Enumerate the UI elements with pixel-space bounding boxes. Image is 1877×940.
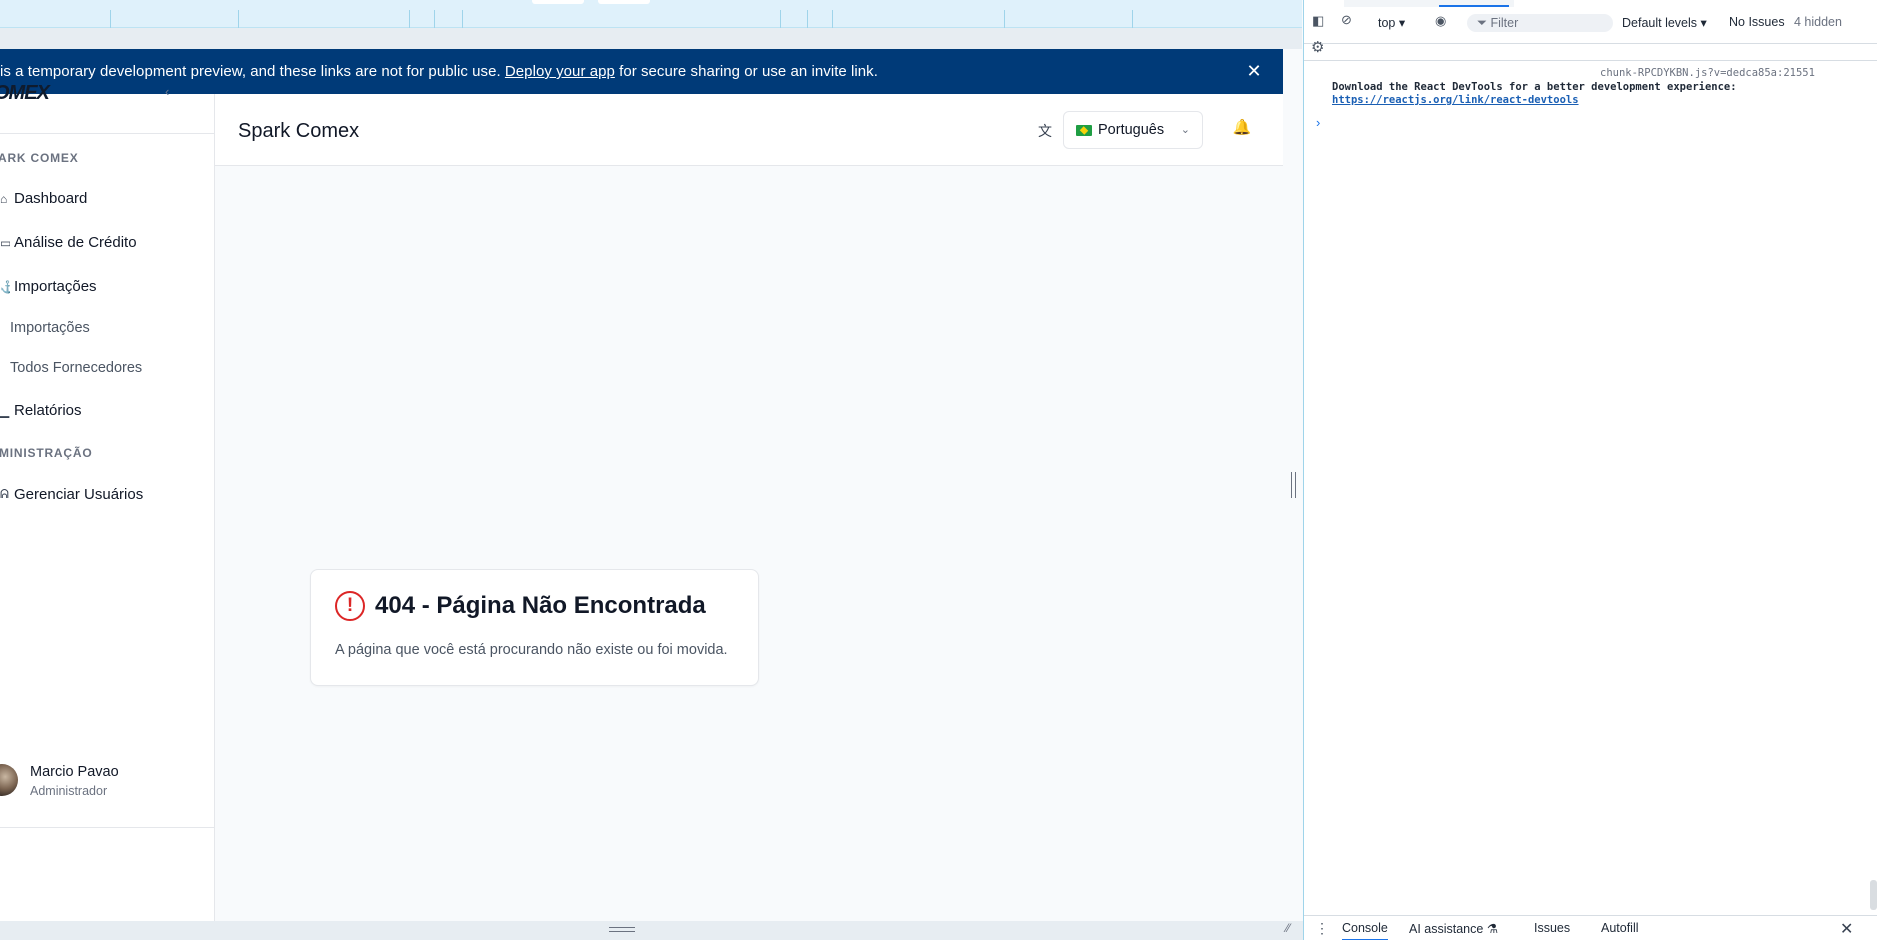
ruler-marker (598, 0, 650, 4)
console-message: Download the React DevTools for a better… (1332, 81, 1737, 93)
top-header: Spark Comex 文 Português ⌄ 🔔 (215, 94, 1283, 166)
language-select[interactable]: Português ⌄ (1063, 111, 1203, 149)
sidebar-toggle-icon[interactable]: ◧ (1312, 13, 1324, 29)
screen: is a temporary development preview, and … (0, 0, 1877, 940)
devtools-tab-strip (1344, 0, 1514, 7)
viewport-bottom-bar (0, 921, 1303, 940)
collapse-chevron-icon[interactable]: ‹ (165, 84, 169, 99)
brazil-flag-icon (1076, 124, 1092, 136)
drawer-tabs: ⋮ Console AI assistance ⚗ Issues Autofil… (1304, 915, 1877, 940)
banner-text: is a temporary development preview, and … (0, 63, 878, 80)
levels-select[interactable]: Default levels ▾ (1622, 15, 1707, 30)
preview-banner: is a temporary development preview, and … (0, 49, 1283, 94)
scrollbar[interactable] (1870, 880, 1877, 910)
tab-autofill[interactable]: Autofill (1601, 921, 1639, 935)
sidebar-item-manage-users[interactable]: ᕱ Gerenciar Usuários (0, 486, 143, 503)
app: OMEX ‹ ARK COMEX ⌂Dashboard ▭Análise de … (0, 82, 1283, 921)
sidebar-item-credit[interactable]: ▭ Análise de Crédito (0, 234, 137, 251)
message-source-link[interactable]: chunk-RPCDYKBN.js?v=dedca85a:21551 (1600, 67, 1815, 79)
user-role: Administrador (30, 784, 108, 798)
users-icon: ᕱ (0, 487, 9, 501)
section-label: ARK COMEX (0, 151, 79, 165)
hidden-count: 4 hidden (1794, 15, 1842, 29)
issues-count[interactable]: No Issues (1729, 15, 1785, 29)
chevron-down-icon: ⌄ (1180, 124, 1190, 136)
bell-icon[interactable]: 🔔 (1231, 118, 1253, 140)
chart-icon: ▁ (0, 403, 10, 418)
devtools-panel: ◧ ⊘ top ▾ ◉ ⏷ Filter Default levels ▾ No… (1304, 0, 1877, 940)
gear-icon[interactable]: ⚙ (1311, 38, 1324, 56)
resize-grip-icon[interactable] (609, 927, 635, 932)
tab-issues[interactable]: Issues (1534, 921, 1570, 935)
page-title: Spark Comex (238, 120, 360, 142)
sidebar-item-imports[interactable]: ⚓ Importações (0, 278, 97, 295)
divider (0, 827, 215, 828)
ruler-marker (532, 0, 584, 4)
context-select[interactable]: top ▾ (1378, 15, 1405, 30)
close-icon[interactable]: ✕ (1840, 919, 1853, 939)
flask-icon: ⚗ (1486, 922, 1499, 936)
eye-icon[interactable]: ◉ (1435, 13, 1446, 29)
tab-console[interactable]: Console (1342, 921, 1388, 940)
logo: OMEX (0, 82, 50, 104)
sidebar-subitem-suppliers[interactable]: Todos Fornecedores (10, 360, 142, 376)
not-found-card: ! 404 - Página Não Encontrada A página q… (310, 569, 759, 686)
toolbar-gap (0, 28, 1302, 49)
filter-input[interactable]: ⏷ Filter (1467, 14, 1613, 32)
corner-resize-icon[interactable]: ⁄⁄ (1286, 921, 1290, 935)
console-prompt-icon[interactable]: › (1316, 115, 1320, 130)
divider (0, 133, 215, 134)
ship-icon: ⚓ (0, 279, 10, 294)
sidebar-item-dashboard[interactable]: ⌂ Dashboard (0, 190, 87, 207)
translate-icon[interactable]: 文 (1038, 121, 1052, 141)
more-icon[interactable]: ⋮ (1315, 920, 1329, 937)
divider (1304, 60, 1877, 61)
console-toolbar: ◧ ⊘ top ▾ ◉ ⏷ Filter Default levels ▾ No… (1304, 0, 1877, 56)
react-devtools-link[interactable]: https://reactjs.org/link/react-devtools (1332, 94, 1579, 106)
user-name: Marcio Pavao (30, 764, 119, 780)
error-message: A página que você está procurando não ex… (335, 642, 728, 658)
tab-ai-assistance[interactable]: AI assistance ⚗ (1409, 921, 1498, 936)
language-label: Português (1098, 122, 1165, 138)
error-title: 404 - Página Não Encontrada (375, 592, 706, 619)
panel-resize-handle[interactable] (1291, 472, 1296, 498)
alert-icon: ! (335, 591, 365, 621)
home-icon: ⌂ (0, 191, 8, 206)
sidebar-item-reports[interactable]: ▁ Relatórios (0, 402, 82, 419)
clear-console-icon[interactable]: ⊘ (1341, 12, 1352, 28)
element-ruler (0, 0, 1302, 28)
deploy-app-link[interactable]: Deploy your app (505, 63, 615, 80)
credit-card-icon: ▭ (0, 235, 10, 250)
sidebar-subitem-imports[interactable]: Importações (10, 320, 90, 336)
section-label-admin: MINISTRAÇÃO (0, 446, 93, 460)
close-icon[interactable]: ✕ (1244, 61, 1264, 81)
